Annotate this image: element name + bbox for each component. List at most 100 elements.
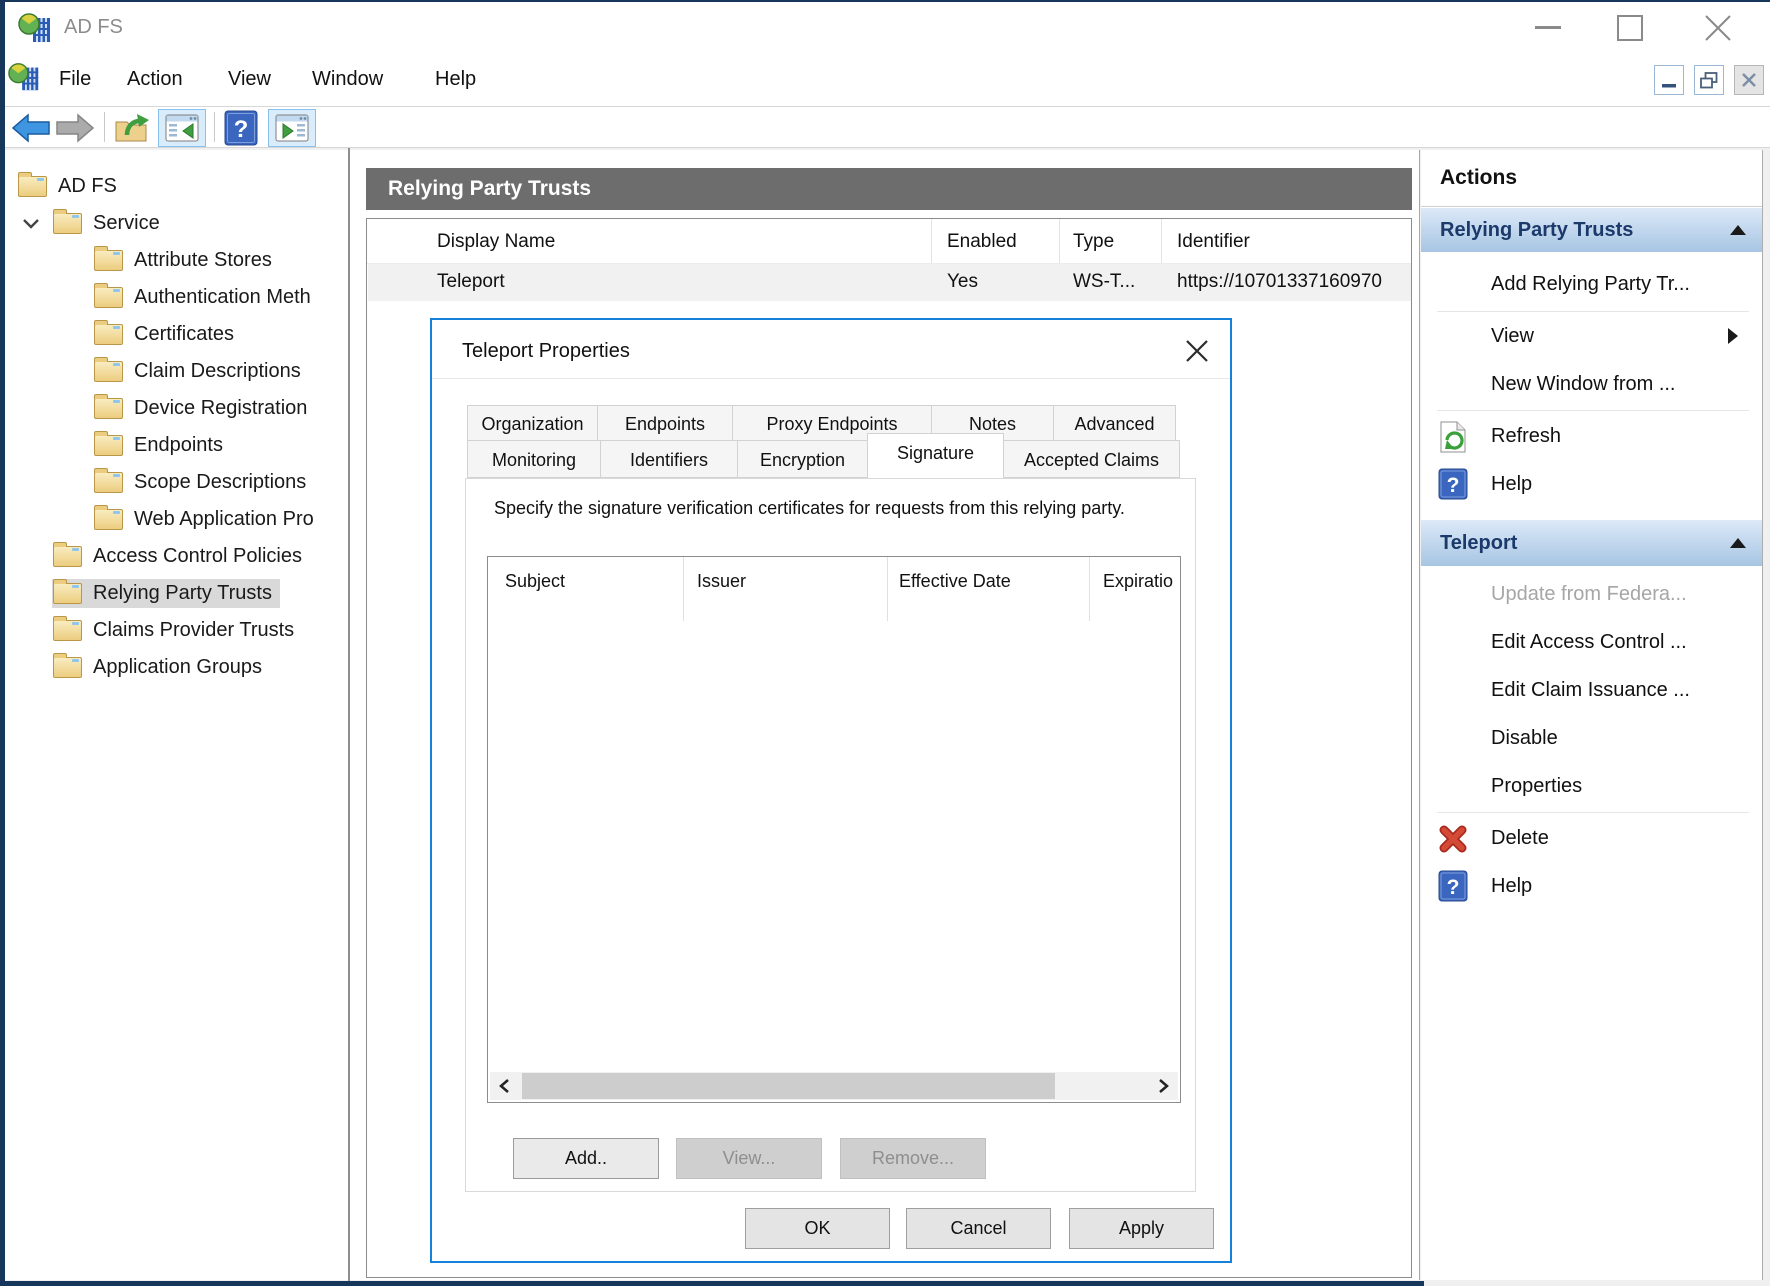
action-update-from-federation: Update from Federa... (1421, 570, 1762, 618)
folder-icon (94, 287, 123, 308)
tree-item-application-groups[interactable]: Application Groups (5, 649, 348, 686)
menu-file[interactable]: File (59, 68, 91, 91)
menu-window[interactable]: Window (312, 68, 383, 91)
divider (432, 378, 1230, 379)
tree-item-relying-party-trusts[interactable]: Relying Party Trusts (5, 575, 348, 612)
svg-text:?: ? (234, 116, 249, 143)
tree-item-claim-descriptions[interactable]: Claim Descriptions (5, 353, 348, 390)
cancel-button[interactable]: Cancel (906, 1208, 1051, 1249)
ok-button[interactable]: OK (745, 1208, 890, 1249)
tree-item-claims-provider-trusts[interactable]: Claims Provider Trusts (5, 612, 348, 649)
tree-item-authentication-methods[interactable]: Authentication Meth (5, 279, 348, 316)
menu-action[interactable]: Action (127, 68, 183, 91)
tab-endpoints[interactable]: Endpoints (597, 405, 733, 441)
tree-item-adfs[interactable]: AD FS (5, 168, 348, 205)
divider (1421, 206, 1762, 207)
horizontal-scrollbar[interactable] (490, 1072, 1178, 1100)
action-edit-claim-issuance-policy[interactable]: Edit Claim Issuance ... (1421, 666, 1762, 714)
action-delete[interactable]: Delete (1421, 814, 1762, 862)
cell-type: WS-T... (1073, 271, 1135, 293)
window-title: AD FS (64, 16, 123, 39)
cert-column-expiration[interactable]: Expiratio (1103, 571, 1173, 592)
actions-section-relying-party-trusts[interactable]: Relying Party Trusts (1421, 208, 1762, 252)
collapse-icon[interactable] (1730, 225, 1746, 235)
signature-tab-page: Specify the signature verification certi… (465, 478, 1196, 1192)
close-button[interactable] (1698, 8, 1738, 48)
tab-advanced[interactable]: Advanced (1053, 405, 1176, 441)
scroll-left-icon[interactable] (490, 1072, 518, 1100)
column-divider[interactable] (683, 557, 684, 621)
teleport-properties-dialog: Teleport Properties Organization Endpoin… (430, 318, 1232, 1263)
action-disable[interactable]: Disable (1421, 714, 1762, 762)
tree-item-device-registration[interactable]: Device Registration (5, 390, 348, 427)
tree-item-endpoints[interactable]: Endpoints (5, 427, 348, 464)
folder-icon (94, 509, 123, 530)
title-bar: AD FS (0, 0, 1770, 56)
tab-accepted-claims[interactable]: Accepted Claims (1003, 440, 1180, 478)
action-add-relying-party-trust[interactable]: Add Relying Party Tr... (1421, 260, 1762, 308)
svg-text:?: ? (1447, 876, 1460, 899)
chevron-down-icon[interactable] (22, 218, 52, 229)
scroll-right-icon[interactable] (1150, 1072, 1178, 1100)
show-action-pane-icon[interactable] (268, 109, 316, 147)
menu-help[interactable]: Help (435, 68, 476, 91)
export-list-icon[interactable] (112, 109, 154, 147)
action-edit-access-control-policy[interactable]: Edit Access Control ... (1421, 618, 1762, 666)
action-refresh[interactable]: Refresh (1421, 412, 1762, 460)
help-toolbar-icon[interactable]: ? (224, 109, 258, 147)
adfs-app-icon (18, 10, 54, 51)
minimize-button[interactable] (1528, 8, 1568, 48)
cert-column-subject[interactable]: Subject (505, 571, 565, 592)
action-properties[interactable]: Properties (1421, 762, 1762, 810)
action-help-teleport[interactable]: ? Help (1421, 862, 1762, 910)
tab-identifiers[interactable]: Identifiers (600, 440, 738, 478)
tree-item-web-application-proxy[interactable]: Web Application Pro (5, 501, 348, 538)
tab-signature[interactable]: Signature (867, 433, 1004, 471)
tab-encryption[interactable]: Encryption (737, 440, 868, 478)
cert-column-effective-date[interactable]: Effective Date (899, 571, 1011, 592)
column-divider[interactable] (1161, 219, 1162, 263)
actions-section-teleport[interactable]: Teleport (1421, 520, 1762, 566)
column-header-type[interactable]: Type (1073, 231, 1114, 253)
column-divider[interactable] (931, 219, 932, 263)
menu-view[interactable]: View (228, 68, 271, 91)
mdi-minimize-button[interactable] (1654, 65, 1684, 95)
column-header-display-name[interactable]: Display Name (437, 231, 555, 253)
back-icon[interactable] (10, 109, 52, 147)
column-divider[interactable] (1059, 219, 1060, 263)
cell-enabled: Yes (947, 271, 978, 293)
cert-column-issuer[interactable]: Issuer (697, 571, 746, 592)
table-row-teleport[interactable]: Teleport Yes WS-T... https://10701337160… (368, 264, 1411, 301)
tree-item-certificates[interactable]: Certificates (5, 316, 348, 353)
column-divider[interactable] (1089, 557, 1090, 621)
tab-row-back: Organization Endpoints Proxy Endpoints N… (468, 405, 1176, 441)
tree-item-attribute-stores[interactable]: Attribute Stores (5, 242, 348, 279)
action-help[interactable]: ? Help (1421, 460, 1762, 508)
window-border (0, 1281, 1424, 1286)
show-console-tree-icon[interactable] (158, 109, 206, 147)
console-tree: AD FS Service Attribute Stores Authentic… (5, 150, 348, 1280)
scrollbar-thumb[interactable] (522, 1073, 1055, 1099)
tab-description: Specify the signature verification certi… (494, 495, 1166, 521)
action-view[interactable]: View (1421, 312, 1762, 360)
collapse-icon[interactable] (1730, 538, 1746, 548)
tree-item-access-control-policies[interactable]: Access Control Policies (5, 538, 348, 575)
folder-icon (94, 324, 123, 345)
tab-organization[interactable]: Organization (467, 405, 598, 441)
column-divider[interactable] (887, 557, 888, 621)
action-new-window[interactable]: New Window from ... (1421, 360, 1762, 408)
tree-item-service[interactable]: Service (5, 205, 348, 242)
tree-item-scope-descriptions[interactable]: Scope Descriptions (5, 464, 348, 501)
column-header-identifier[interactable]: Identifier (1177, 231, 1250, 253)
dialog-close-icon[interactable] (1182, 336, 1212, 366)
add-button[interactable]: Add.. (513, 1138, 659, 1179)
mdi-close-button[interactable] (1734, 65, 1764, 95)
forward-icon[interactable] (54, 109, 96, 147)
maximize-button[interactable] (1610, 8, 1650, 48)
apply-button[interactable]: Apply (1069, 1208, 1214, 1249)
tab-monitoring[interactable]: Monitoring (467, 440, 601, 478)
column-header-enabled[interactable]: Enabled (947, 231, 1017, 253)
dialog-title: Teleport Properties (462, 340, 630, 363)
window-border (0, 0, 5, 1286)
mdi-restore-button[interactable] (1694, 65, 1724, 95)
